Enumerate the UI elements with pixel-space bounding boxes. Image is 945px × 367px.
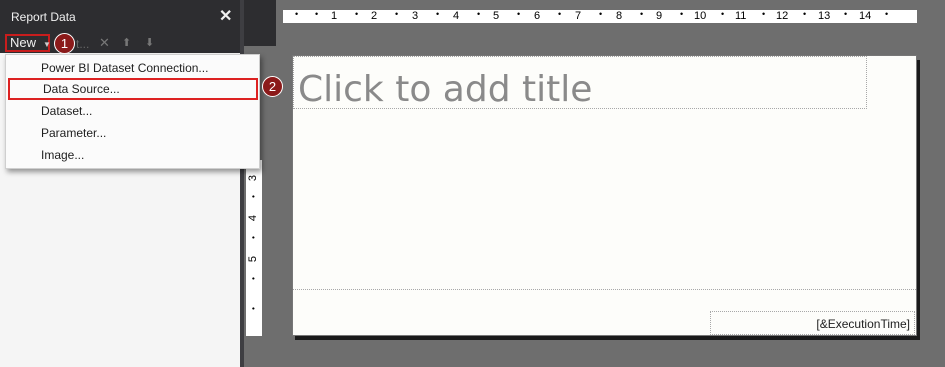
menu-item-label: Power BI Dataset Connection... <box>41 61 209 75</box>
ruler-tick: • <box>295 9 299 19</box>
ruler-number: 5 <box>247 255 260 263</box>
ruler-number: 10 <box>694 10 707 22</box>
ruler-number: 4 <box>247 214 260 222</box>
ruler-tick: • <box>315 9 319 19</box>
close-icon[interactable]: ✕ <box>219 6 232 26</box>
menu-item-label: Image... <box>41 148 85 162</box>
delete-icon[interactable]: ✕ <box>99 35 110 51</box>
title-placeholder[interactable]: Click to add title <box>298 69 592 110</box>
ruler-number: 6 <box>534 10 541 22</box>
ruler-tick: • <box>885 9 889 19</box>
move-down-icon[interactable]: ⬇ <box>145 36 154 49</box>
new-dropdown-button[interactable]: New ▼ <box>5 34 51 52</box>
menu-item-label: Data Source... <box>43 82 120 96</box>
ruler-number: 2 <box>371 10 378 22</box>
page-footer-divider <box>293 289 916 290</box>
ruler-number: 7 <box>575 10 582 22</box>
report-page: Click to add title [&ExecutionTime] <box>292 55 917 336</box>
menu-item-image[interactable]: Image... <box>6 144 259 166</box>
menu-item-parameter[interactable]: Parameter... <box>6 122 259 144</box>
ruler-tick: • <box>248 236 258 239</box>
ruler-number: 4 <box>453 10 460 22</box>
menu-item-label: Parameter... <box>41 126 107 140</box>
ruler-tick: • <box>248 195 258 198</box>
ruler-tick: • <box>355 9 359 19</box>
chevron-down-icon: ▼ <box>43 40 51 49</box>
horizontal-ruler: • • 1 • 2 • 3 • 4 • 5 • 6 • 7 • 8 • 9 • … <box>283 9 917 23</box>
ruler-tick: • <box>680 9 684 19</box>
ruler-tick: • <box>395 9 399 19</box>
ruler-tick: • <box>721 9 725 19</box>
vertical-ruler: 3 • 4 • 5 • • <box>246 160 262 336</box>
new-dropdown-menu: Power BI Dataset Connection... Data Sour… <box>5 54 260 169</box>
menu-item-dataset[interactable]: Dataset... <box>6 100 259 122</box>
ruler-tick: • <box>640 9 644 19</box>
ruler-number: 9 <box>656 10 663 22</box>
ruler-number: 3 <box>247 174 260 182</box>
ruler-number: 14 <box>859 10 872 22</box>
panel-toolbar: New ▼ t... ✕ ⬆ ⬇ <box>0 33 240 53</box>
ruler-tick: • <box>477 9 481 19</box>
new-button-label: New <box>10 35 37 50</box>
title-textbox[interactable]: Click to add title <box>293 56 867 110</box>
ruler-tick: • <box>517 9 521 19</box>
ruler-tick: • <box>436 9 440 19</box>
menu-item-label: Dataset... <box>41 104 93 118</box>
ruler-tick: • <box>803 9 807 19</box>
ruler-tick: • <box>599 9 603 19</box>
ruler-number: 5 <box>493 10 500 22</box>
ruler-number: 12 <box>776 10 789 22</box>
ruler-tick: • <box>248 307 258 310</box>
ruler-number: 13 <box>818 10 831 22</box>
move-up-icon[interactable]: ⬆ <box>122 36 131 49</box>
step-badge-2: 2 <box>262 76 283 97</box>
ruler-number: 8 <box>616 10 623 22</box>
edit-button[interactable]: t... <box>76 37 89 51</box>
menu-item-power-bi-dataset-connection[interactable]: Power BI Dataset Connection... <box>6 57 259 79</box>
ruler-tick: • <box>844 9 848 19</box>
ruler-corner <box>244 0 276 46</box>
panel-header: Report Data ✕ <box>0 0 240 33</box>
ruler-tick: • <box>762 9 766 19</box>
panel-title: Report Data <box>11 10 76 24</box>
ruler-number: 11 <box>735 10 747 22</box>
ruler-tick: • <box>558 9 562 19</box>
ruler-tick: • <box>248 277 258 280</box>
ruler-number: 1 <box>331 10 338 22</box>
execution-time-textbox[interactable]: [&ExecutionTime] <box>710 311 915 335</box>
menu-item-data-source[interactable]: Data Source... <box>8 78 258 100</box>
execution-time-expression: [&ExecutionTime] <box>816 317 910 331</box>
step-badge-1: 1 <box>54 33 75 54</box>
ruler-number: 3 <box>412 10 419 22</box>
